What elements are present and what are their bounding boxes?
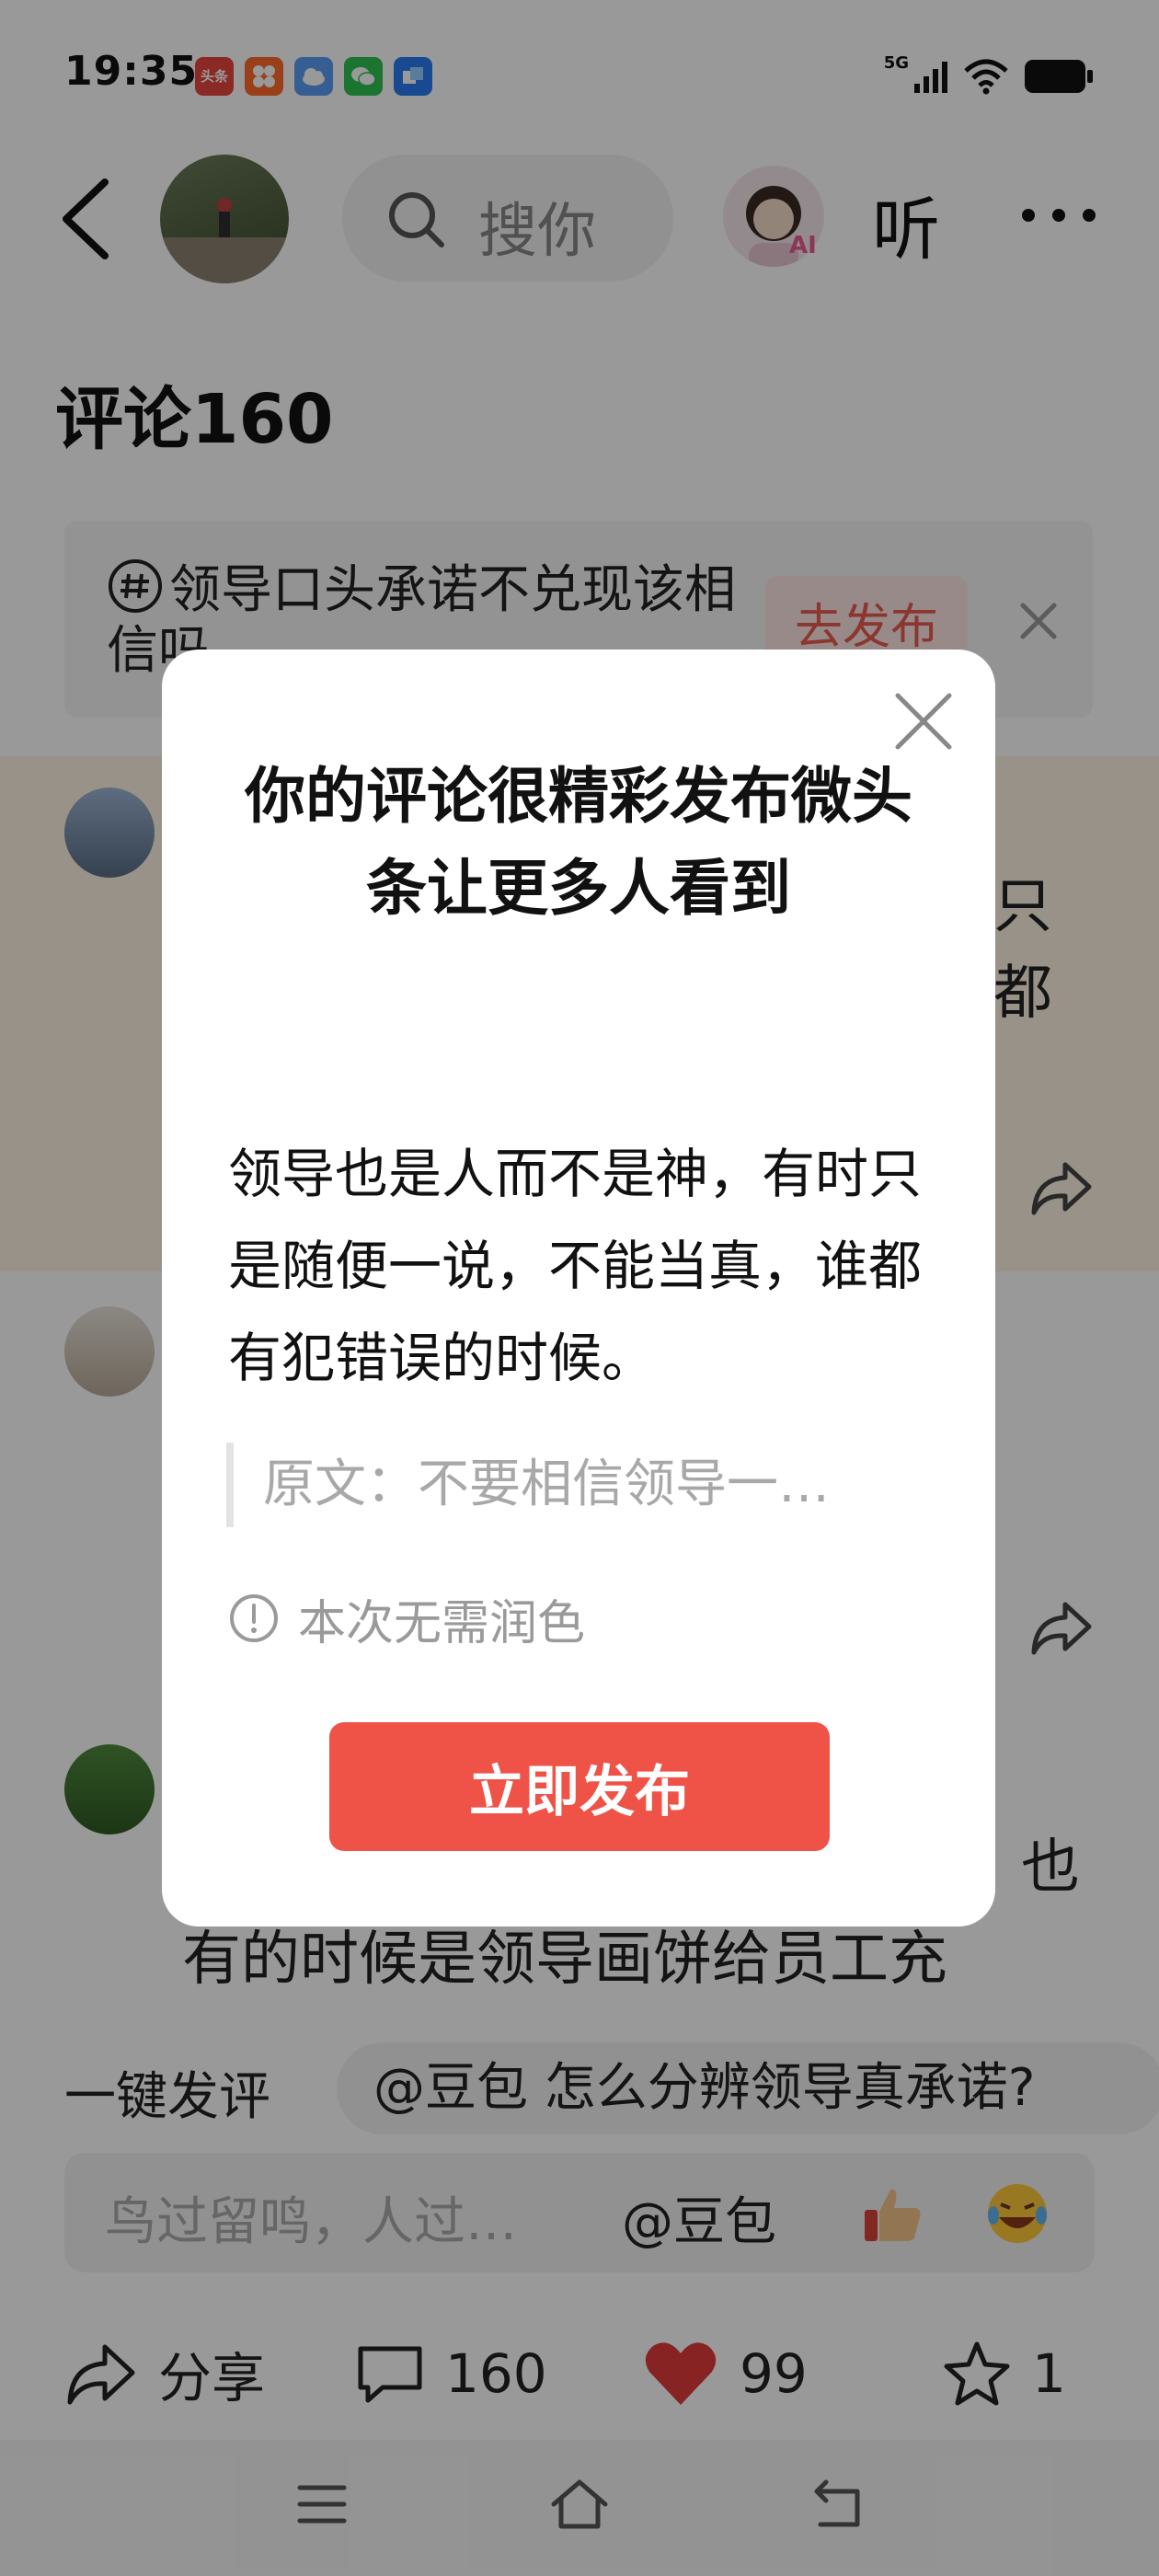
publish-dialog: 你的评论很精彩发布微头条让更多人看到 领导也是人而不是神，有时只是随便一说，不能…: [162, 650, 995, 1926]
dialog-title: 你的评论很精彩发布微头条让更多人看到: [245, 761, 912, 924]
publish-now-button[interactable]: 立即发布: [329, 1722, 830, 1851]
info-icon: [230, 1594, 278, 1642]
original-quote: 原文：不要相信领导一…: [226, 1443, 925, 1527]
dialog-comment-text: 领导也是人而不是神，有时只是随便一说，不能当真，谁都有犯错误的时候。: [228, 1143, 923, 1389]
polish-notice: 本次无需润色: [228, 1577, 585, 1660]
notice-text: 本次无需润色: [298, 1595, 586, 1651]
